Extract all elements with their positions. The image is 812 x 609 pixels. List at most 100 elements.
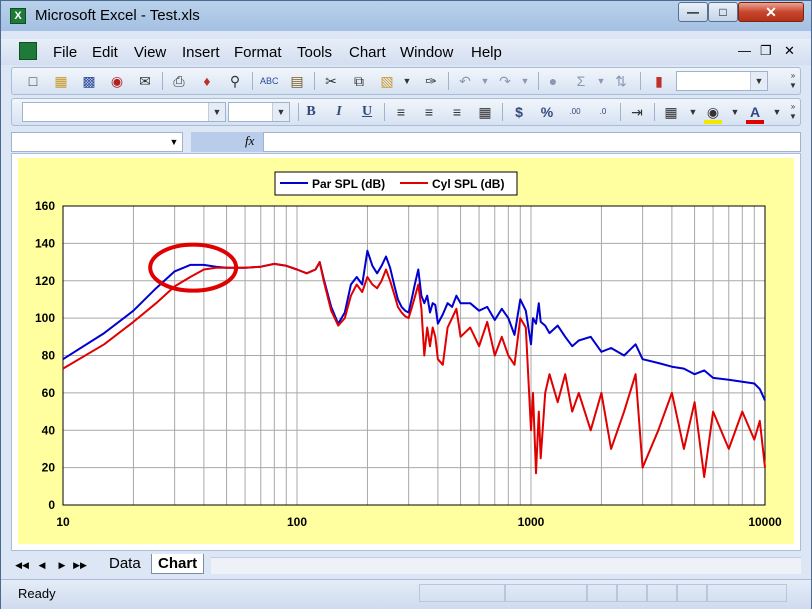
menu-chart[interactable]: Chart [349,44,386,61]
standard-toolbar: □ ▦ ▩ ◉ ✉ ⎙ ♦ ⚲ ABC ▤ ✂ ⧉ ▧ ▼ ✑ ↶ ▼ ↷ ▼ … [11,67,801,95]
menu-tools[interactable]: Tools [297,44,332,61]
close-button[interactable]: ✕ [738,2,804,22]
next-sheet-icon[interactable]: ▶ [55,557,69,573]
center-icon[interactable]: ≡ [420,103,438,121]
increase-decimal-icon[interactable]: .00 [566,103,584,121]
chevron-down-icon[interactable]: ▼ [208,103,225,121]
prev-sheet-icon[interactable]: ◀ [35,557,49,573]
italic-button[interactable]: I [330,103,348,121]
tab-chart[interactable]: Chart [151,554,205,574]
workbook-icon[interactable] [19,42,37,60]
menu-file[interactable]: File [53,44,77,61]
y-tick-label: 20 [42,461,56,475]
menu-insert[interactable]: Insert [182,44,220,61]
print-preview-icon[interactable]: ⚲ [226,72,244,90]
decrease-decimal-icon[interactable]: .0 [594,103,612,121]
cut-icon[interactable]: ✂ [322,72,340,90]
formula-bar: ▼ fx [11,131,801,153]
horizontal-scrollbar[interactable] [211,557,801,574]
autosum-icon[interactable]: Σ [572,72,590,90]
doc-close-icon[interactable]: ✕ [784,43,795,59]
excel-app-icon[interactable]: X [10,8,26,24]
first-sheet-icon[interactable]: ◀◀ [15,557,29,573]
insert-function-icon[interactable]: fx [245,133,254,149]
borders-icon[interactable]: ▦ [662,103,680,121]
y-tick-label: 0 [48,498,55,512]
copy-icon[interactable]: ⧉ [350,72,368,90]
permission-icon[interactable]: ◉ [108,72,126,90]
minimize-button[interactable]: — [678,2,708,22]
doc-restore-icon[interactable]: ❐ [760,43,772,59]
maximize-button[interactable]: □ [708,2,738,22]
menu-edit[interactable]: Edit [92,44,118,61]
y-tick-label: 60 [42,386,56,400]
spelling-icon[interactable]: ABC [260,72,279,90]
undo-icon[interactable]: ↶ [456,72,474,90]
align-right-icon[interactable]: ≡ [448,103,466,121]
toolbar-options-icon[interactable]: » ▼ [788,71,798,91]
toolbar-separator [314,72,315,90]
font-color-dropdown-icon[interactable]: ▼ [768,103,786,121]
hyperlink-icon[interactable]: ● [544,72,562,90]
doc-minimize-icon[interactable]: — [738,43,751,58]
last-sheet-icon[interactable]: ▶▶ [73,557,87,573]
font-name-combo[interactable]: ▼ [22,102,226,122]
research-icon[interactable]: ♦ [198,72,216,90]
chevron-down-icon[interactable]: ▼ [750,72,767,90]
fill-dropdown-icon[interactable]: ▼ [726,103,744,121]
chart-legend[interactable]: Par SPL (dB) Cyl SPL (dB) [274,171,518,196]
menu-bar: File Edit View Insert Format Tools Chart… [1,39,811,65]
close-icon: ✕ [765,4,777,20]
menu-view[interactable]: View [134,44,166,61]
bold-button[interactable]: B [302,103,320,121]
currency-icon[interactable]: $ [510,103,528,121]
email-icon[interactable]: ✉ [136,72,154,90]
print-icon[interactable]: ⎙ [170,72,188,90]
redo-icon[interactable]: ↷ [496,72,514,90]
sheet-tab-bar: ◀◀ ◀ ▶ ▶▶ Data Chart [11,553,801,577]
format-painter-icon[interactable]: ✑ [422,72,440,90]
name-box[interactable]: ▼ [11,132,183,152]
toolbar-options-icon[interactable]: » ▼ [788,102,798,122]
align-left-icon[interactable]: ≡ [392,103,410,121]
formatting-toolbar: ▼ ▼ B I U ≡ ≡ ≡ ▦ $ % .00 .0 ⇥ ▦ ▼ ◉ ▼ A… [11,98,801,126]
chart-wizard-icon[interactable]: ▮ [650,72,668,90]
formula-input[interactable] [263,132,801,152]
font-size-combo[interactable]: ▼ [228,102,290,122]
redo-dropdown-icon[interactable]: ▼ [516,72,534,90]
y-tick-label: 140 [35,236,55,250]
open-icon[interactable]: ▦ [52,72,70,90]
zoom-combo[interactable]: ▼ [676,71,768,91]
undo-dropdown-icon[interactable]: ▼ [476,72,494,90]
x-tick-label: 1000 [518,515,545,529]
percent-icon[interactable]: % [538,103,556,121]
paste-dropdown-icon[interactable]: ▼ [398,72,416,90]
excel-window: X Microsoft Excel - Test.xls — □ ✕ File … [0,0,812,609]
fill-color-icon[interactable]: ◉ [704,103,722,121]
toolbar-separator [298,103,299,121]
paste-icon[interactable]: ▧ [378,72,396,90]
merge-center-icon[interactable]: ▦ [476,103,494,121]
menu-window[interactable]: Window [400,44,453,61]
toolbar-separator [640,72,641,90]
autosum-dropdown-icon[interactable]: ▼ [592,72,610,90]
new-icon[interactable]: □ [24,72,42,90]
toolbar-separator [538,72,539,90]
save-icon[interactable]: ▩ [80,72,98,90]
status-cell [677,584,707,602]
borders-dropdown-icon[interactable]: ▼ [684,103,702,121]
menu-help[interactable]: Help [471,44,502,61]
title-bar[interactable]: X Microsoft Excel - Test.xls — □ ✕ [1,1,811,31]
chevron-down-icon[interactable]: ▼ [272,103,289,121]
indent-icon[interactable]: ⇥ [628,103,646,121]
tab-data[interactable]: Data [103,554,147,574]
underline-button[interactable]: U [358,103,376,121]
chart-area[interactable]: 0 20 40 60 80 100 120 140 160 10 100 1000 10000 Par… [18,158,794,544]
status-cell [587,584,617,602]
font-color-icon[interactable]: A [746,103,764,121]
research-book-icon[interactable]: ▤ [288,72,306,90]
minimize-icon: — [687,5,699,19]
sort-icon[interactable]: ⇅ [612,72,630,90]
menu-format[interactable]: Format [234,44,282,61]
chevron-down-icon[interactable]: ▼ [166,133,182,151]
